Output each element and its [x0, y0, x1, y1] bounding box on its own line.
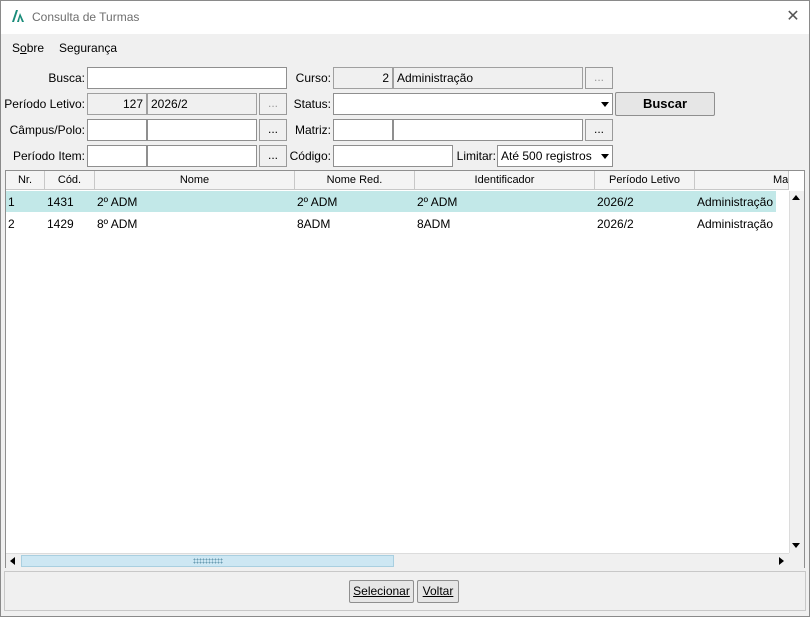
scrollbar-corner: [789, 553, 804, 568]
status-select[interactable]: [333, 93, 613, 115]
table-row-1-periodo-letivo[interactable]: 2026/2: [595, 191, 695, 213]
buscar-button[interactable]: Buscar: [615, 92, 715, 116]
column-header-periodo-letivo[interactable]: Período Letivo: [595, 171, 695, 190]
matriz-label: Matriz:: [295, 123, 331, 137]
vertical-scrollbar[interactable]: [789, 191, 804, 553]
busca-input[interactable]: [87, 67, 287, 89]
column-header-cod[interactable]: Cód.: [45, 171, 95, 190]
scroll-up-icon[interactable]: [789, 191, 804, 205]
periodo-letivo-code-field: 127: [87, 93, 147, 115]
voltar-button[interactable]: Voltar: [417, 580, 459, 603]
periodo-item-code-input[interactable]: [87, 145, 147, 167]
codigo-input[interactable]: [333, 145, 453, 167]
table-row-1-matriz[interactable]: Administração: [695, 191, 777, 213]
table-row-1-identificador[interactable]: 2º ADM: [415, 191, 595, 213]
periodo-letivo-label: Período Letivo:: [4, 97, 85, 111]
campus-lookup-button[interactable]: ...: [259, 119, 287, 141]
table-row-2-matriz[interactable]: Administração: [695, 213, 777, 235]
status-label: Status:: [293, 97, 331, 111]
table-row-2-nome-red[interactable]: 8ADM: [295, 213, 415, 235]
scroll-right-icon[interactable]: [774, 554, 788, 568]
limitar-value: Até 500 registros: [501, 149, 592, 163]
curso-label: Curso:: [295, 71, 331, 85]
grip-icon: [193, 558, 223, 564]
table-row-2-nr[interactable]: 2: [6, 213, 45, 235]
selecionar-button[interactable]: Selecionar: [349, 580, 414, 603]
column-header-matriz[interactable]: Matriz: [695, 171, 789, 190]
limitar-label: Limitar:: [456, 149, 496, 163]
periodo-letivo-lookup-button[interactable]: ...: [259, 93, 287, 115]
codigo-label: Código:: [289, 149, 331, 163]
window-title: Consulta de Turmas: [32, 10, 140, 24]
table-row-2-cod[interactable]: 1429: [45, 213, 95, 235]
curso-name-field: Administração: [393, 67, 583, 89]
periodo-letivo-name-field: 2026/2: [147, 93, 257, 115]
campus-name-input[interactable]: [147, 119, 257, 141]
limitar-select[interactable]: Até 500 registros: [497, 145, 613, 167]
chevron-down-icon: [601, 154, 609, 159]
close-icon[interactable]: ✕: [784, 8, 802, 26]
table-row-2-identificador[interactable]: 8ADM: [415, 213, 595, 235]
menu-bar: [1, 36, 809, 60]
matriz-code-input[interactable]: [333, 119, 393, 141]
table-row-2-periodo-letivo[interactable]: 2026/2: [595, 213, 695, 235]
menu-sobre[interactable]: Sobre: [12, 41, 44, 55]
table-row-1-nr[interactable]: 1: [6, 191, 45, 213]
column-header-nr[interactable]: Nr.: [6, 171, 45, 190]
curso-code-field: 2: [333, 67, 393, 89]
table-row-1-cod[interactable]: 1431: [45, 191, 95, 213]
campus-label: Câmpus/Polo:: [9, 123, 85, 137]
column-header-identificador[interactable]: Identificador: [415, 171, 595, 190]
table-row-1-nome-red[interactable]: 2º ADM: [295, 191, 415, 213]
menu-seguranca[interactable]: Segurança: [59, 41, 117, 55]
busca-label: Busca:: [48, 71, 85, 85]
periodo-item-name-input[interactable]: [147, 145, 257, 167]
campus-code-input[interactable]: [87, 119, 147, 141]
app-logo-icon: [12, 10, 24, 22]
periodo-item-label: Período Item:: [12, 149, 85, 163]
table-row-2-nome[interactable]: 8º ADM: [95, 213, 295, 235]
matriz-name-input[interactable]: [393, 119, 583, 141]
periodo-item-lookup-button[interactable]: ...: [259, 145, 287, 167]
scroll-down-icon[interactable]: [789, 539, 804, 553]
column-header-nome[interactable]: Nome: [95, 171, 295, 190]
table-row-1-nome[interactable]: 2º ADM: [95, 191, 295, 213]
column-header-nome-red[interactable]: Nome Red.: [295, 171, 415, 190]
matriz-lookup-button[interactable]: ...: [585, 119, 613, 141]
scroll-left-icon[interactable]: [6, 554, 20, 568]
curso-lookup-button[interactable]: ...: [585, 67, 613, 89]
chevron-down-icon: [601, 102, 609, 107]
